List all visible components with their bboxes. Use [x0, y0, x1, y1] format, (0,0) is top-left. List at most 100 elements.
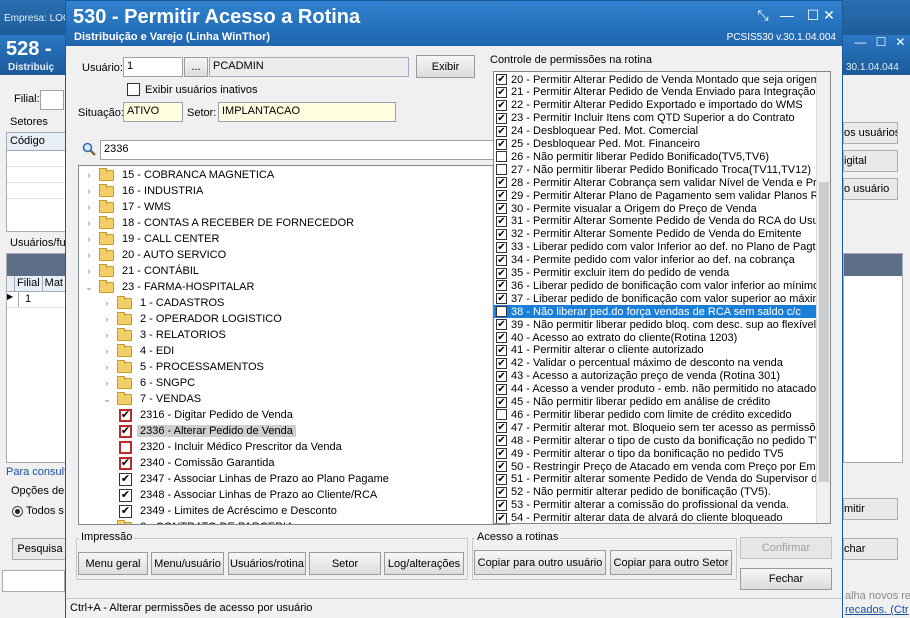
permission-checkbox[interactable] — [496, 409, 507, 421]
permission-checkbox[interactable]: ✔ — [496, 473, 507, 485]
background-permitir-button[interactable]: mitir — [843, 498, 898, 520]
permission-checkbox[interactable]: ✔ — [496, 486, 507, 498]
permission-item[interactable]: ✔ 48 - Permitir alterar o tipo de custo d… — [494, 434, 816, 447]
permission-checkbox[interactable]: ✔ — [496, 99, 507, 111]
permission-item[interactable]: ✔ 34 - Permite pedido com valor inferior … — [494, 254, 816, 267]
tree-item[interactable]: ⌄ 23 - FARMA-HOSPITALAR — [79, 279, 489, 295]
collapse-arrow-icon[interactable]: ⌄ — [101, 394, 113, 405]
permission-item[interactable]: 46 - Permitir liberar pedido com limite … — [494, 408, 816, 421]
routine-tree[interactable]: › 15 - COBRANCA MAGNETICA › 16 - INDUSTRIA ›… — [78, 165, 510, 525]
permission-checkbox[interactable]: ✔ — [496, 370, 507, 382]
tree-item[interactable]: ⌄ 7 - VENDAS — [79, 391, 489, 407]
tree-item[interactable]: › 15 - COBRANCA MAGNETICA — [79, 167, 489, 183]
background-todos-radio[interactable]: Todos s — [12, 505, 64, 517]
background-pesquisa-button[interactable]: Pesquisa — [12, 538, 68, 560]
permission-checkbox[interactable]: ✔ — [496, 293, 507, 305]
permission-item[interactable]: ✔ 43 - Acesso a autorização preço de vend… — [494, 370, 816, 383]
permission-checkbox[interactable]: ✔ — [496, 512, 507, 523]
tree-item-checkbox[interactable]: ✔ — [119, 472, 132, 486]
permission-item[interactable]: ✔ 41 - Permitir alterar o cliente autoriz… — [494, 344, 816, 357]
tree-item-checkbox[interactable] — [119, 440, 132, 454]
permission-item[interactable]: ✔ 29 - Permitir Alterar Plano de Pagament… — [494, 189, 816, 202]
expand-arrow-icon[interactable]: › — [83, 266, 95, 276]
exibir-inativos-check-icon[interactable] — [127, 83, 140, 96]
expand-arrow-icon[interactable]: › — [101, 522, 113, 524]
tree-item[interactable]: ✔ 2348 - Associar Linhas de Prazo ao Clie… — [79, 487, 489, 503]
expand-arrow-icon[interactable]: › — [83, 186, 95, 196]
expand-arrow-icon[interactable]: › — [101, 346, 113, 356]
permission-item[interactable]: 38 - Não liberar ped.do força vendas de … — [494, 305, 816, 319]
expand-arrow-icon[interactable]: › — [101, 298, 113, 308]
tree-item[interactable]: › 1 - CADASTROS — [79, 295, 489, 311]
confirmar-button[interactable]: Confirmar — [740, 537, 832, 559]
permission-checkbox[interactable]: ✔ — [496, 138, 507, 150]
permission-item[interactable]: ✔ 36 - Liberar pedido de bonificação com … — [494, 279, 816, 292]
tree-item[interactable]: ✔ 2347 - Associar Linhas de Prazo ao Plan… — [79, 471, 489, 487]
permission-checkbox[interactable]: ✔ — [496, 357, 507, 369]
background-right-button-2[interactable]: igital — [843, 150, 898, 172]
permission-item[interactable]: ✔ 35 - Permitir excluir item do pedido de… — [494, 267, 816, 280]
permission-checkbox[interactable]: ✔ — [496, 228, 507, 240]
tree-item-checkbox[interactable]: ✔ — [119, 504, 132, 518]
tree-item-checkbox[interactable]: ✔ — [119, 488, 132, 502]
permission-item[interactable]: ✔ 30 - Permite visualar a Origem do Preço… — [494, 202, 816, 215]
tree-item-checkbox[interactable]: ✔ — [119, 408, 132, 422]
close-icon[interactable]: ✕ — [818, 4, 840, 26]
tree-item[interactable]: › 18 - CONTAS A RECEBER DE FORNECEDOR — [79, 215, 489, 231]
permission-item[interactable]: ✔ 45 - Não permitir liberar pedido em aná… — [494, 396, 816, 409]
permission-checkbox[interactable]: ✔ — [496, 74, 507, 85]
permission-item[interactable]: ✔ 33 - Liberar pedido com valor Inferior … — [494, 241, 816, 254]
expand-arrow-icon[interactable]: › — [83, 202, 95, 212]
permission-checkbox[interactable]: ✔ — [496, 241, 507, 253]
permission-checkbox[interactable]: ✔ — [496, 383, 507, 395]
tree-item[interactable]: › 2 - OPERADOR LOGISTICO — [79, 311, 489, 327]
menu-usuario-button[interactable]: Menu/usuário — [151, 552, 224, 575]
tree-item[interactable]: › 20 - AUTO SERVICO — [79, 247, 489, 263]
log-alteracoes-button[interactable]: Log/alterações — [384, 552, 464, 575]
expand-arrow-icon[interactable]: › — [101, 314, 113, 324]
permission-checkbox[interactable]: ✔ — [496, 190, 507, 202]
permission-item[interactable]: ✔ 23 - Permitir Incluir Itens com QTD Sup… — [494, 112, 816, 125]
permission-item[interactable]: ✔ 22 - Permitir Alterar Pedido Exportado … — [494, 99, 816, 112]
permission-checkbox[interactable] — [496, 164, 507, 176]
exibir-inativos-checkbox[interactable]: Exibir usuários inativos — [127, 83, 258, 96]
permission-checkbox[interactable]: ✔ — [496, 125, 507, 137]
usuario-code-input[interactable]: 1 — [123, 57, 183, 77]
tree-item[interactable]: › 3 - RELATORIOS — [79, 327, 489, 343]
tree-item[interactable]: › 16 - INDUSTRIA — [79, 183, 489, 199]
permission-checkbox[interactable] — [496, 151, 507, 163]
permission-checkbox[interactable]: ✔ — [496, 396, 507, 408]
permission-item[interactable]: ✔ 47 - Permitir alterar mot. Bloqueio sem… — [494, 421, 816, 434]
permission-item[interactable]: ✔ 50 - Restringir Preço de Atacado em ven… — [494, 460, 816, 473]
copy-to-setor-button[interactable]: Copiar para outro Setor — [610, 550, 732, 575]
permission-item[interactable]: ✔ 42 - Validar o percentual máximo de des… — [494, 357, 816, 370]
permissions-scrollbar-thumb[interactable] — [819, 182, 829, 482]
background-right-button-3[interactable]: o usuário — [843, 178, 898, 200]
tree-item[interactable]: › 17 - WMS — [79, 199, 489, 215]
permission-checkbox[interactable]: ✔ — [496, 267, 507, 279]
tree-item-checkbox[interactable]: ✔ — [119, 456, 132, 470]
permission-checkbox[interactable]: ✔ — [496, 435, 507, 447]
expand-arrow-icon[interactable]: › — [83, 218, 95, 228]
permission-item[interactable]: ✔ 20 - Permitir Alterar Pedido de Venda M… — [494, 73, 816, 86]
expand-arrow-icon[interactable]: › — [83, 170, 95, 180]
tree-item[interactable]: ✔ 2349 - Limites de Acréscimo e Desconto — [79, 503, 489, 519]
permission-item[interactable]: ✔ 37 - Liberar pedido de bonificação com … — [494, 292, 816, 305]
permission-checkbox[interactable]: ✔ — [496, 177, 507, 189]
fechar-button[interactable]: Fechar — [740, 568, 832, 590]
permission-item[interactable]: ✔ 54 - Permitir alterar data de alvará do… — [494, 512, 816, 523]
permission-item[interactable]: ✔ 25 - Desbloquear Ped. Mot. Financeiro — [494, 138, 816, 151]
tree-item[interactable]: 2320 - Incluir Médico Prescritor da Vend… — [79, 439, 489, 455]
permission-item[interactable]: ✔ 49 - Permitir alterar o tipo da bonific… — [494, 447, 816, 460]
background-filial-field[interactable] — [40, 90, 64, 110]
permission-checkbox[interactable]: ✔ — [496, 112, 507, 124]
exibir-button[interactable]: Exibir — [416, 55, 475, 78]
permission-item[interactable]: ✔ 39 - Não permitir liberar pedido bloq. … — [494, 318, 816, 331]
copy-to-user-button[interactable]: Copiar para outro usuário — [474, 550, 606, 575]
minimize-icon[interactable]: — — [776, 4, 798, 26]
permission-item[interactable]: ✔ 24 - Desbloquear Ped. Mot. Comercial — [494, 125, 816, 138]
permission-item[interactable]: 26 - Não permitir liberar Pedido Bonific… — [494, 150, 816, 163]
permission-checkbox[interactable]: ✔ — [496, 332, 507, 343]
permission-checkbox[interactable]: ✔ — [496, 344, 507, 356]
setor-button[interactable]: Setor — [309, 552, 381, 575]
